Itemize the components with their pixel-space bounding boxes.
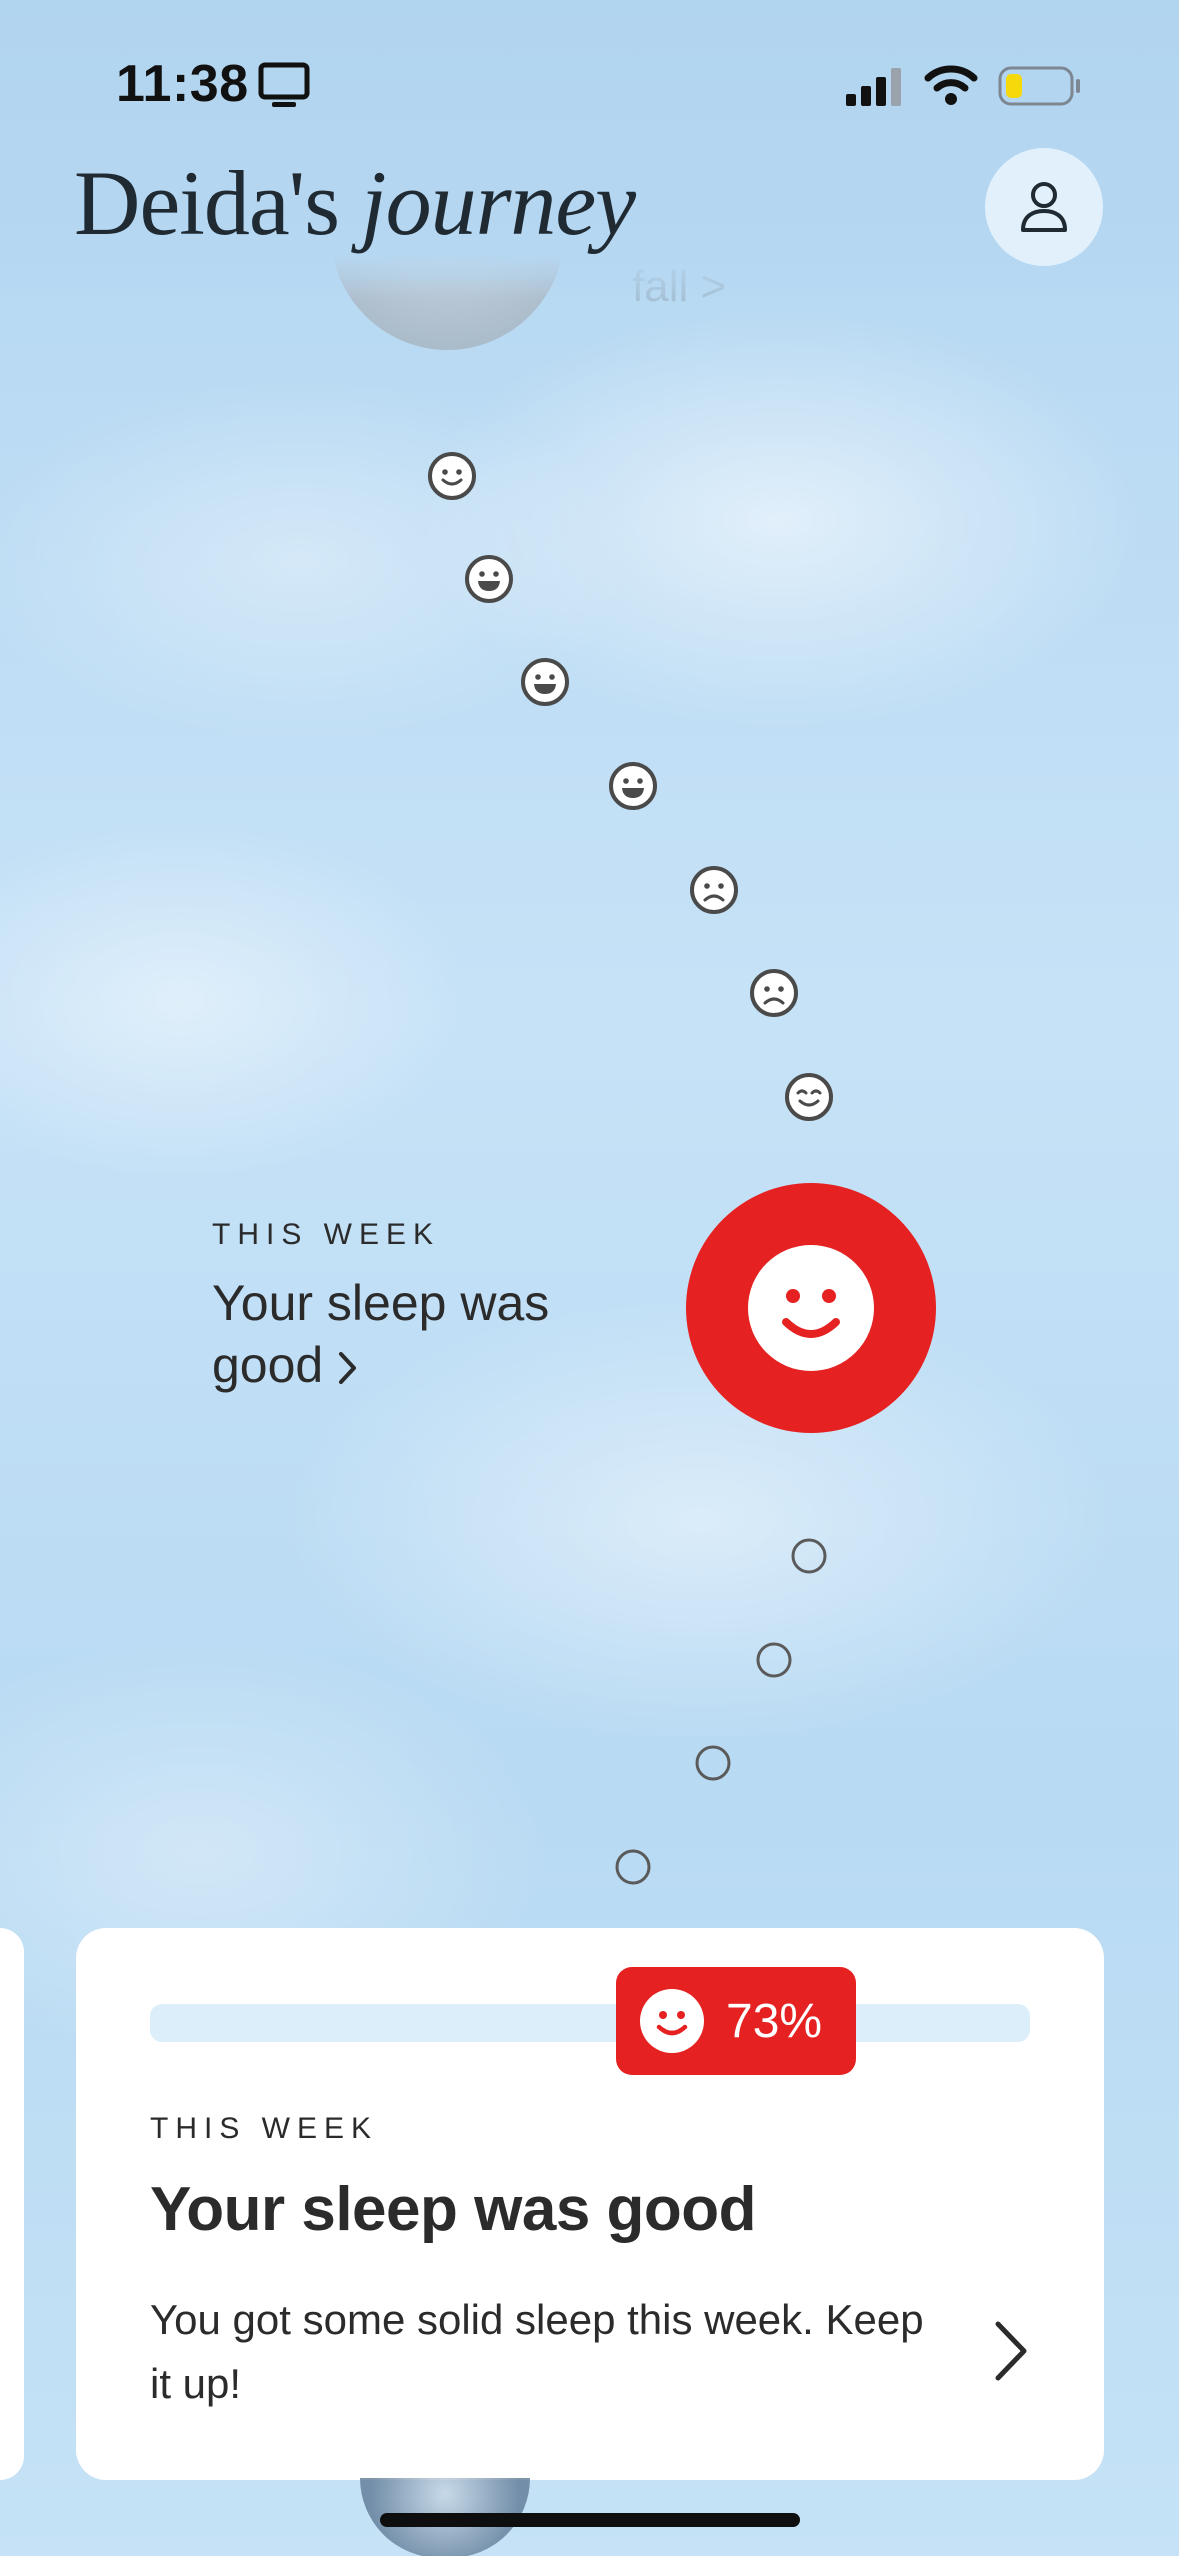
mood-grin-icon[interactable] xyxy=(608,761,658,811)
smile-icon xyxy=(656,2011,688,2036)
home-indicator[interactable] xyxy=(380,2513,800,2527)
sleep-score-track xyxy=(150,2004,1030,2042)
current-week-mood-button[interactable] xyxy=(686,1183,936,1433)
chevron-right-icon[interactable] xyxy=(988,2316,1034,2386)
mood-smile-icon[interactable] xyxy=(427,451,477,501)
mood-frown-icon[interactable] xyxy=(689,865,739,915)
weekly-summary-card[interactable]: 73% THIS WEEK Your sleep was good You go… xyxy=(76,1928,1104,2480)
card-overline: THIS WEEK xyxy=(150,2112,379,2145)
mood-frown-icon[interactable] xyxy=(749,968,799,1018)
upcoming-week-dot xyxy=(695,1745,731,1781)
mood-grin-icon[interactable] xyxy=(464,554,514,604)
cellular-signal-icon xyxy=(846,68,901,106)
wifi-icon xyxy=(924,65,978,105)
mood-grin-icon[interactable] xyxy=(520,657,570,707)
chevron-right-icon xyxy=(339,1352,357,1384)
upcoming-week-dot xyxy=(756,1642,792,1678)
screen-mirroring-icon xyxy=(258,62,310,107)
smile-icon xyxy=(748,1245,874,1371)
this-week-overline: THIS WEEK xyxy=(212,1218,441,1251)
mood-content-icon[interactable] xyxy=(784,1072,834,1122)
sleep-score-badge: 73% xyxy=(616,1967,856,2075)
profile-button[interactable] xyxy=(985,148,1103,266)
this-week-title[interactable]: Your sleep was good xyxy=(212,1272,632,1396)
title-name: Deida's xyxy=(74,152,340,254)
card-body: You got some solid sleep this week. Keep… xyxy=(150,2296,924,2407)
person-icon xyxy=(1021,182,1067,232)
status-time: 11:38 xyxy=(116,55,249,113)
card-title: Your sleep was good xyxy=(150,2175,757,2244)
title-journey: journey xyxy=(361,152,636,254)
upcoming-week-dot xyxy=(615,1849,651,1885)
upcoming-week-dot xyxy=(791,1538,827,1574)
previous-card-peek[interactable] xyxy=(0,1928,24,2480)
page-title: Deida's journey xyxy=(74,150,636,256)
sleep-score-percent: 73% xyxy=(726,1994,823,2048)
this-week-title-text: Your sleep was good xyxy=(212,1275,550,1393)
battery-icon xyxy=(998,66,1080,106)
pill-smile-wrapper xyxy=(640,1989,704,2053)
